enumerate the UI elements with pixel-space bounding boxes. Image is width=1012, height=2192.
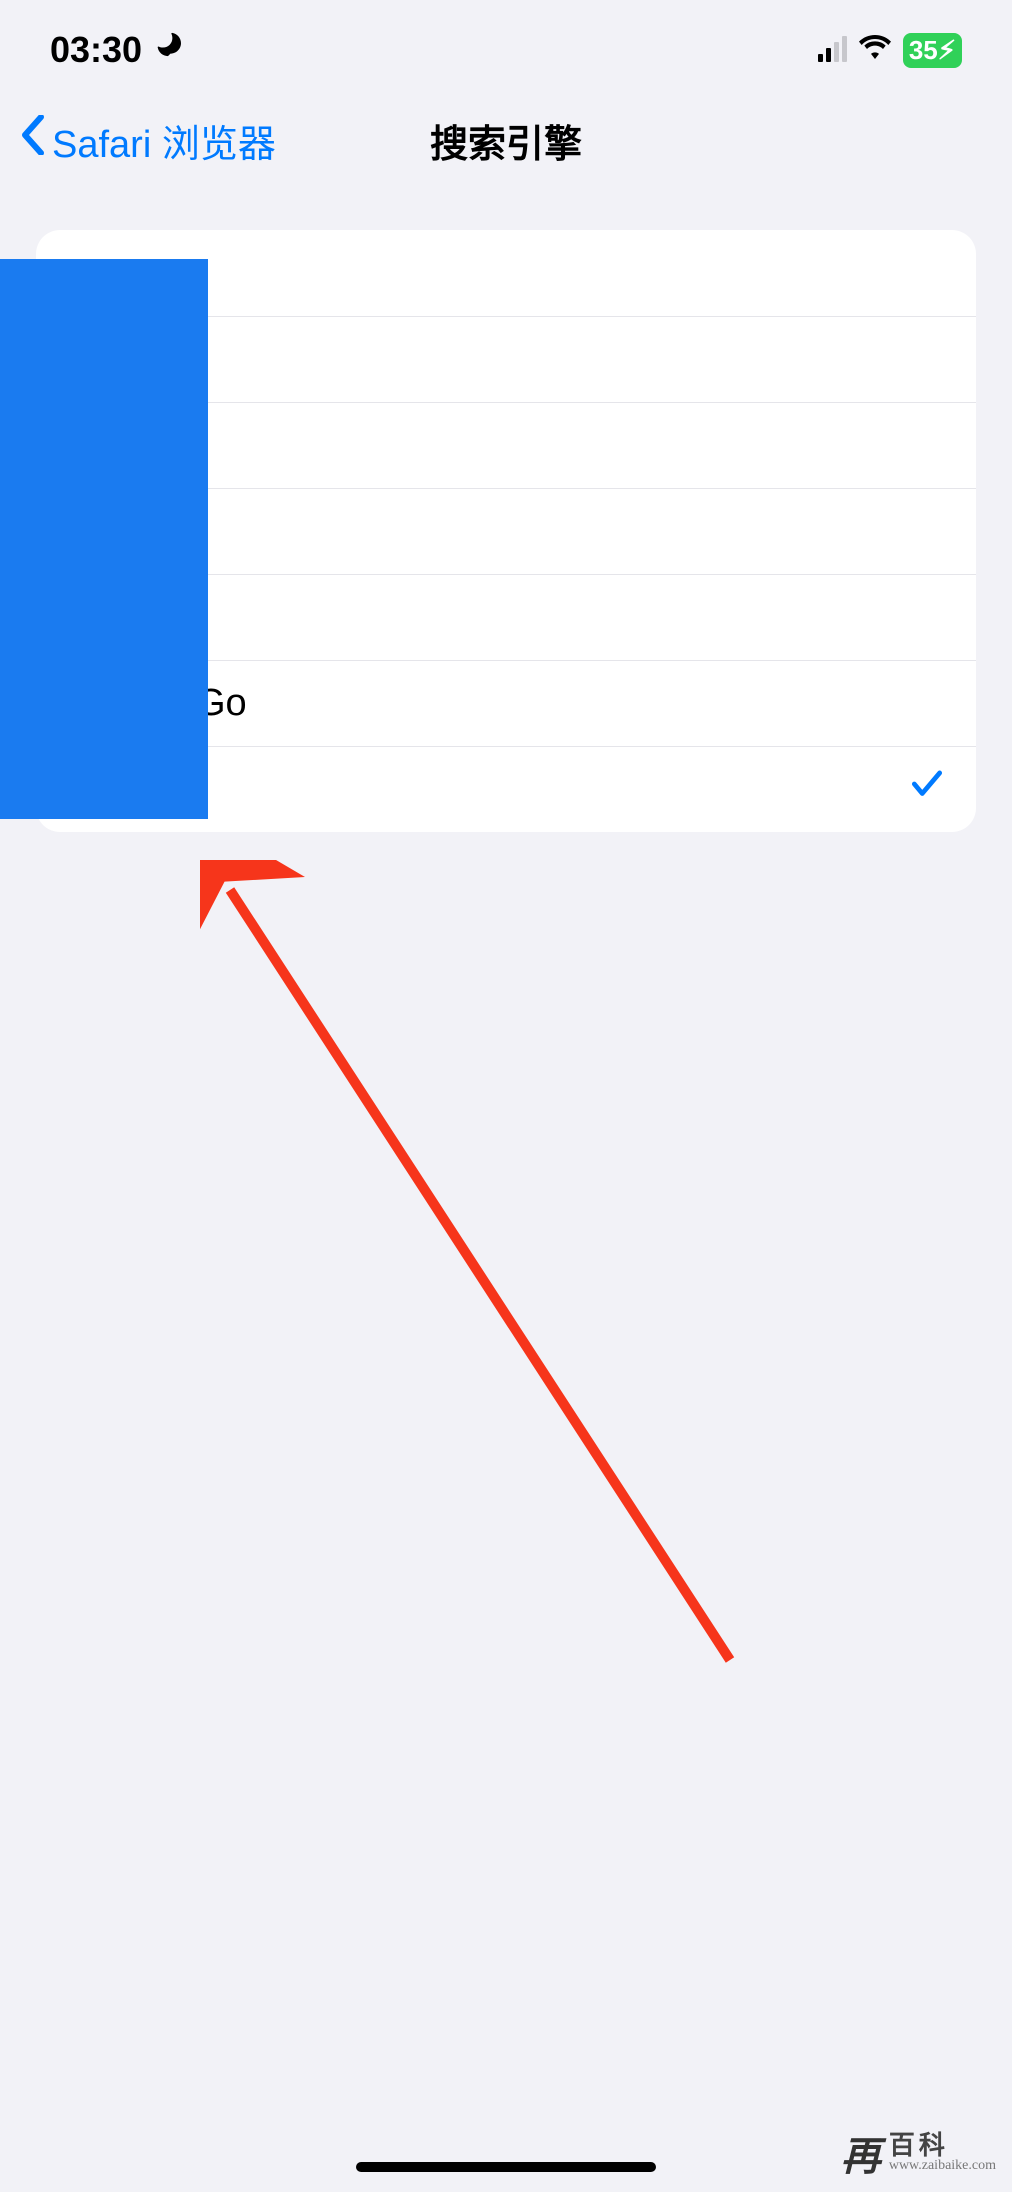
watermark: 再 百科 www.zaibaike.com — [841, 2124, 996, 2182]
navigation-bar: Safari 浏览器 搜索引擎 — [0, 100, 1012, 180]
cellular-signal-icon — [818, 38, 847, 62]
home-indicator[interactable] — [356, 2162, 656, 2172]
status-left: 03:30 — [50, 29, 182, 71]
page-title: 搜索引擎 — [430, 113, 582, 168]
annotation-arrow — [200, 860, 750, 1680]
watermark-logo: 再 — [841, 2124, 881, 2182]
battery-indicator: 35⚡︎ — [903, 33, 962, 68]
chevron-left-icon — [20, 115, 46, 166]
status-bar: 03:30 35⚡︎ — [0, 0, 1012, 100]
watermark-url: www.zaibaike.com — [889, 2159, 996, 2173]
battery-percent: 35 — [909, 35, 938, 66]
charging-bolt-icon: ⚡︎ — [938, 35, 956, 66]
watermark-cn: 百科 — [889, 2133, 996, 2159]
status-right: 35⚡︎ — [818, 33, 962, 68]
redaction-overlay — [0, 259, 208, 819]
back-label: Safari 浏览器 — [52, 113, 276, 168]
dnd-moon-icon — [154, 32, 182, 68]
status-time: 03:30 — [50, 29, 142, 71]
checkmark-icon — [908, 764, 946, 814]
back-button[interactable]: Safari 浏览器 — [20, 113, 276, 168]
wifi-icon — [859, 33, 891, 67]
